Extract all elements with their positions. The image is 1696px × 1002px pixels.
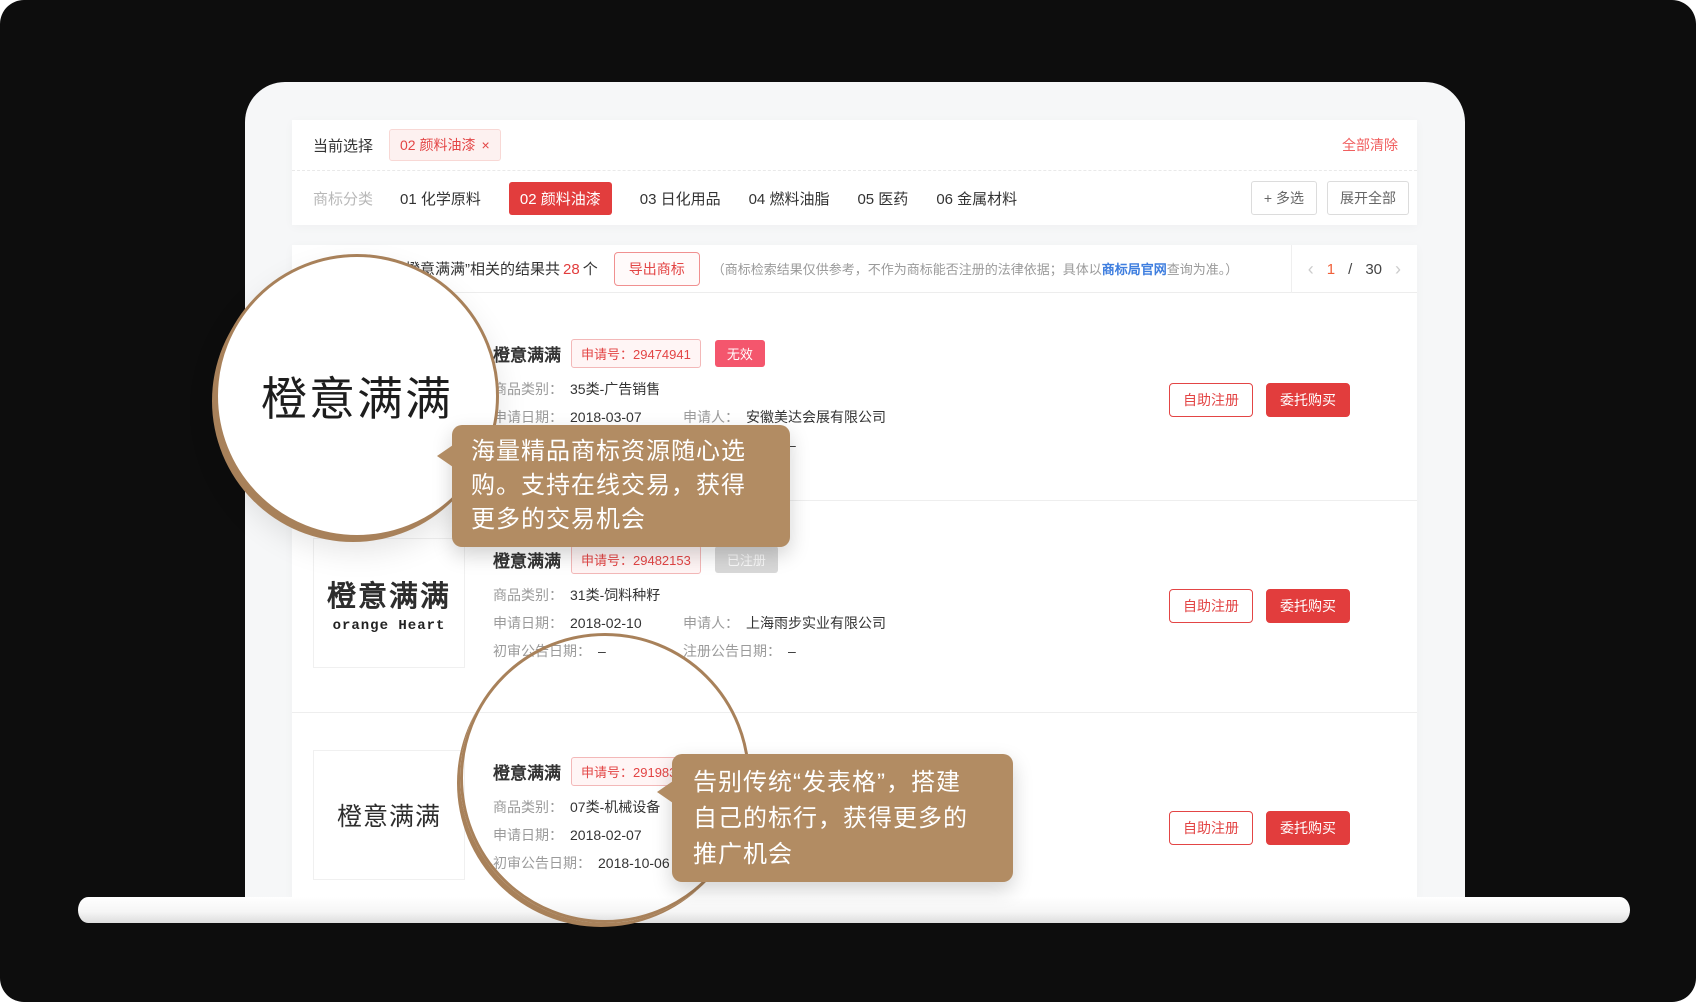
trademark-image-3[interactable]: 橙意满满	[313, 750, 465, 880]
category-field-value: 31类-饲料种籽	[570, 587, 660, 603]
category-row: 商标分类 01 化学原料 02 颜料油漆 03 日化用品 04 燃料油脂 05 …	[292, 170, 1417, 225]
apply-date-value: 2018-02-10	[570, 615, 642, 631]
disclaimer-post: 查询为准。）	[1167, 262, 1239, 277]
self-register-button[interactable]: 自助注册	[1169, 589, 1253, 623]
laptop-base	[78, 897, 1630, 923]
appno-value: 29482153	[633, 553, 691, 568]
apply-date-value: 2018-03-07	[570, 409, 642, 425]
category-field-label: 商品类别：	[493, 381, 563, 397]
category-item-05[interactable]: 05 医药	[857, 188, 908, 209]
magnified-trademark-text: 橙意满满	[261, 363, 453, 429]
tooltip-line: 购。支持在线交易，获得	[471, 469, 771, 503]
status-badge-invalid: 无效	[715, 340, 765, 367]
remove-filter-icon[interactable]: ×	[481, 138, 489, 152]
tooltip-line: 推广机会	[693, 837, 992, 873]
current-selection-label: 当前选择	[313, 135, 373, 156]
apply-date-label: 申请日期：	[493, 409, 563, 425]
tooltip-line: 告别传统“发表格”，搭建	[693, 765, 992, 801]
applicant-value: 安徽美达会展有限公司	[746, 409, 886, 425]
clear-all-button[interactable]: 全部清除	[1342, 135, 1398, 155]
filter-card: 当前选择 02 颜料油漆 × 全部清除 商标分类 01 化学原料 02 颜料油漆…	[292, 120, 1417, 225]
trademark-text: 橙意满满	[337, 797, 441, 833]
row-actions-2: 自助注册 委托购买	[1169, 589, 1350, 623]
current-selection-row: 当前选择 02 颜料油漆 × 全部清除	[292, 120, 1417, 170]
applicant-value: 上海雨步实业有限公司	[746, 615, 886, 631]
tooltip-marketplace: 海量精品商标资源随心选 购。支持在线交易，获得 更多的交易机会	[452, 425, 790, 547]
next-page-icon[interactable]: ›	[1395, 259, 1401, 280]
prev-page-icon[interactable]: ‹	[1308, 259, 1314, 280]
entrust-buy-button[interactable]: 委托购买	[1266, 811, 1350, 845]
results-disclaimer: （商标检索结果仅供参考，不作为商标能否注册的法律依据；具体以商标局官网查询为准。…	[712, 259, 1239, 278]
results-header: 检索到“橙意满满”相关的结果共28个 导出商标 （商标检索结果仅供参考，不作为商…	[292, 245, 1417, 293]
category-actions: + 多选 展开全部	[1251, 181, 1409, 215]
trademark-text: 橙意满满	[327, 573, 451, 615]
category-item-06[interactable]: 06 金属材料	[936, 188, 1017, 209]
row-actions-3: 自助注册 委托购买	[1169, 811, 1350, 845]
multi-select-button[interactable]: + 多选	[1251, 181, 1317, 215]
trademark-name: 橙意满满	[493, 341, 561, 366]
trademark-subtext: orange Heart	[333, 618, 446, 634]
trademark-image-2[interactable]: 橙意满满 orange Heart	[313, 538, 465, 668]
entrust-buy-button[interactable]: 委托购买	[1266, 589, 1350, 623]
category-item-03[interactable]: 03 日化用品	[640, 188, 721, 209]
page-separator: /	[1348, 261, 1352, 278]
reg-pub-label: 注册公告日期：	[683, 643, 781, 659]
apply-date-label: 申请日期：	[493, 615, 563, 631]
selected-filter-tag-label: 02 颜料油漆	[400, 135, 475, 155]
tooltip-line: 自己的标行，获得更多的	[693, 801, 992, 837]
category-item-01[interactable]: 01 化学原料	[400, 188, 481, 209]
reg-pub-value: –	[788, 643, 796, 659]
applicant-label: 申请人：	[683, 615, 739, 631]
category-field-label: 商品类别：	[493, 587, 563, 603]
appno-label: 申请号：	[581, 347, 633, 362]
row-actions-1: 自助注册 委托购买	[1169, 383, 1350, 417]
application-number-tag: 申请号：29474941	[571, 339, 701, 368]
tooltip-promotion: 告别传统“发表格”，搭建 自己的标行，获得更多的 推广机会	[672, 754, 1013, 882]
trademark-name: 橙意满满	[493, 547, 561, 572]
self-register-button[interactable]: 自助注册	[1169, 383, 1253, 417]
entrust-buy-button[interactable]: 委托购买	[1266, 383, 1350, 417]
category-label: 商标分类	[313, 188, 373, 209]
results-unit: 个	[583, 261, 598, 278]
applicant-label: 申请人：	[683, 409, 739, 425]
tooltip-line: 海量精品商标资源随心选	[471, 435, 771, 469]
results-count: 28	[563, 261, 580, 278]
category-field-value: 35类-广告销售	[570, 381, 660, 397]
category-item-02-selected[interactable]: 02 颜料油漆	[509, 182, 612, 215]
tooltip-line: 更多的交易机会	[471, 503, 771, 537]
stage: 当前选择 02 颜料油漆 × 全部清除 商标分类 01 化学原料 02 颜料油漆…	[0, 0, 1696, 1002]
status-badge-registered: 已注册	[715, 546, 778, 573]
self-register-button[interactable]: 自助注册	[1169, 811, 1253, 845]
expand-all-button[interactable]: 展开全部	[1327, 181, 1409, 215]
application-number-tag: 申请号：29482153	[571, 545, 701, 574]
total-pages: 30	[1365, 261, 1382, 278]
export-trademark-button[interactable]: 导出商标	[614, 252, 700, 286]
current-page: 1	[1327, 261, 1335, 278]
category-item-04[interactable]: 04 燃料油脂	[749, 188, 830, 209]
disclaimer-pre: （商标检索结果仅供参考，不作为商标能否注册的法律依据；具体以	[712, 262, 1102, 277]
appno-label: 申请号：	[581, 553, 633, 568]
appno-value: 29474941	[633, 347, 691, 362]
selected-filter-tag[interactable]: 02 颜料油漆 ×	[389, 129, 501, 161]
pagination: ‹ 1 / 30 ›	[1291, 245, 1417, 293]
trademark-office-link[interactable]: 商标局官网	[1102, 262, 1167, 277]
